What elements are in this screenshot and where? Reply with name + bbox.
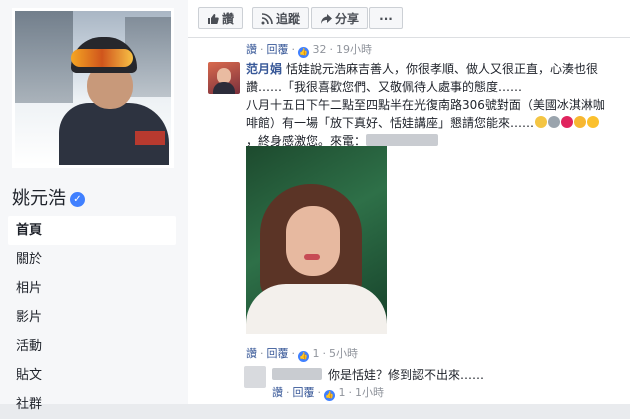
left-sidebar: 姚元浩 ✓ 首頁 關於 相片 影片 活動 貼文 社群 [0,0,190,412]
reply-1-body: 你是恬娃？修到認不出來…… [272,366,484,384]
like-reaction-icon: 👍 [298,47,309,58]
share-label: 分享 [335,12,360,26]
reaction-count[interactable]: 1 [339,386,346,399]
party-emoji-icon [548,116,561,128]
redacted-reply-name[interactable] [272,368,322,380]
more-options-button[interactable]: ··· [369,7,403,29]
commenter-avatar[interactable] [208,62,240,94]
follow-button[interactable]: 追蹤 [252,7,310,29]
more-options-icon: ··· [379,12,393,26]
comment-timestamp[interactable]: 1小時 [355,386,384,399]
reply-1-actions: 讚 · 回覆 · 👍 1 · 1小時 [272,386,384,401]
nav-item-community[interactable]: 社群 [8,390,176,419]
comment-like-link[interactable]: 讚 [272,386,283,399]
comment-timestamp[interactable]: 5小時 [329,347,358,360]
redacted-phone [366,134,439,146]
rss-follow-icon [261,13,273,25]
nav-item-posts[interactable]: 貼文 [8,361,176,390]
comment-like-link[interactable]: 讚 [246,347,257,360]
comment-line-1: 恬娃說元浩麻吉善人，你很孝順、做人又很正直，心湊也很 [286,62,599,76]
thumbs-up-icon [208,14,219,24]
nav-item-photos[interactable]: 相片 [8,274,176,303]
comment-attached-photo[interactable] [246,146,387,334]
like-page-button[interactable]: 讚 [198,7,244,29]
comment-reply-link[interactable]: 回覆 [293,386,315,399]
nav-item-home[interactable]: 首頁 [8,216,176,245]
nav-item-videos[interactable]: 影片 [8,303,176,332]
comments-feed: 讚 · 回覆 · 👍 32 · 19小時 范月娟 恬娃說元浩麻吉善人，你很孝順、做人又很正直，… [188,38,630,404]
profile-name[interactable]: 姚元浩 ✓ [12,184,85,210]
comment-2-body: 范月娟 恬娃說元浩麻吉善人，你很孝順、做人又很正直，心湊也很 讚……「我很喜歡您們… [246,60,630,150]
share-arrow-icon [321,14,332,24]
main-column: 讚 追蹤 分享 ··· 讚 · 回覆 · 👍 32 · 19小時 范月娟 恬娃說元浩麻吉善人，… [188,0,630,404]
comment-line-3b: 啡館）有一場「放下真好、恬娃講座」懇請您能來…… [246,116,535,130]
reply-1-text: 你是恬娃？修到認不出來…… [328,368,485,382]
reply-avatar[interactable] [244,366,266,388]
comment-1-actions: 讚 · 回覆 · 👍 32 · 19小時 [246,43,372,58]
reaction-count[interactable]: 32 [313,43,327,56]
profile-picture[interactable] [12,8,174,168]
comment-2-actions: 讚 · 回覆 · 👍 1 · 5小時 [246,347,358,362]
comment-like-link[interactable]: 讚 [246,43,257,56]
heart-eyes-emoji-icon [574,116,587,128]
like-reaction-icon: 👍 [298,351,309,362]
thumbs-up-emoji-icon [587,116,600,128]
commenter-name[interactable]: 范月娟 [246,62,282,76]
comment-timestamp[interactable]: 19小時 [336,43,372,56]
like-reaction-icon: 👍 [324,390,335,401]
pray-emoji-icon [535,116,548,128]
share-button[interactable]: 分享 [311,7,369,29]
comment-reply-link[interactable]: 回覆 [267,43,289,56]
page-action-bar: 讚 追蹤 分享 ··· [188,0,630,38]
reaction-count[interactable]: 1 [313,347,320,360]
follow-label: 追蹤 [276,12,301,26]
like-page-label: 讚 [222,12,235,26]
comment-line-3a: 八月十五日下午二點至四點半在光復南路306號對面（美國冰淇淋咖 [246,98,605,112]
nav-item-events[interactable]: 活動 [8,332,176,361]
comment-line-2: 讚……「我很喜歡您們、又敬佩待人處事的態度…… [246,80,523,94]
comment-reply-link[interactable]: 回覆 [267,347,289,360]
page-nav: 首頁 關於 相片 影片 活動 貼文 社群 [8,216,176,419]
verified-badge-icon: ✓ [70,192,85,207]
heart-emoji-icon [561,116,574,128]
nav-item-about[interactable]: 關於 [8,245,176,274]
profile-name-text[interactable]: 姚元浩 [12,188,66,209]
